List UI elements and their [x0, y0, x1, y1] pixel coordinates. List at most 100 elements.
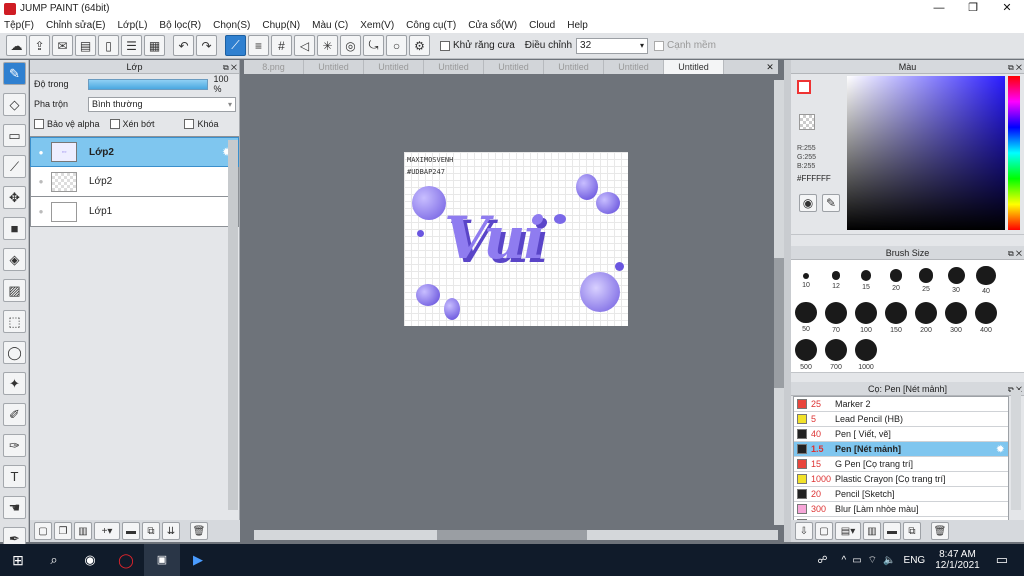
notification-icon[interactable]: ▭	[996, 552, 1008, 568]
menu-cloud[interactable]: Cloud	[529, 20, 555, 31]
line-tool-icon[interactable]: ⟋	[3, 155, 26, 178]
brush-list-item[interactable]: 25 Marker 2	[794, 397, 1008, 412]
brush-props-icon[interactable]: ▥	[863, 522, 881, 540]
document-canvas[interactable]: MAXIMOSVENH #UDBAP247 Vui	[404, 152, 628, 326]
brush-size-option[interactable]: 1000	[851, 336, 881, 373]
trash-icon[interactable]: 🗑	[190, 522, 208, 540]
chevron-up-icon[interactable]: ^	[842, 555, 847, 566]
hue-slider[interactable]	[1008, 76, 1020, 230]
tab-document[interactable]: Untitled	[484, 60, 544, 74]
brush-list-item[interactable]: 300 Blur [Làm nhòe màu]	[794, 502, 1008, 517]
windows-start-icon[interactable]: ⊞	[0, 552, 36, 569]
foreground-color-swatch[interactable]	[797, 80, 811, 94]
brush-size-option[interactable]: 12	[821, 262, 851, 299]
tab-document[interactable]: Untitled	[544, 60, 604, 74]
menu-window[interactable]: Cửa sổ(W)	[468, 20, 517, 31]
copy-layer-icon[interactable]: ❐	[54, 522, 72, 540]
gear-icon[interactable]: ✹	[996, 444, 1004, 455]
brush-list-item[interactable]: 5 Lead Pencil (HB)	[794, 412, 1008, 427]
menu-layer[interactable]: Lớp(L)	[118, 20, 148, 31]
perspective-icon[interactable]: ◁	[294, 35, 315, 56]
lasso-tool-icon[interactable]: ◯	[3, 341, 26, 364]
hand-tool-icon[interactable]: ☚	[3, 496, 26, 519]
comment-icon[interactable]: ✉	[52, 35, 73, 56]
palette-icon[interactable]: ◉	[799, 194, 817, 212]
eyedropper-icon[interactable]: ✎	[822, 194, 840, 212]
select-eraser-tool-icon[interactable]: ✑	[3, 434, 26, 457]
language-indicator[interactable]: ENG	[904, 555, 926, 566]
layer-item[interactable]: ● Lớp1	[30, 197, 239, 227]
visibility-icon[interactable]: ●	[31, 207, 51, 216]
select-pen-tool-icon[interactable]: ✐	[3, 403, 26, 426]
brush-size-option[interactable]: 25	[911, 262, 941, 299]
tab-document[interactable]: Untitled	[304, 60, 364, 74]
brush-size-option[interactable]: 400	[971, 299, 1001, 336]
tab-document[interactable]: Untitled	[604, 60, 664, 74]
brush-size-option[interactable]: 50	[791, 299, 821, 336]
text-box-icon[interactable]: ▤	[75, 35, 96, 56]
grid-icon[interactable]: #	[271, 35, 292, 56]
rectangle-select-tool-icon[interactable]: ▭	[3, 124, 26, 147]
visibility-icon[interactable]: ●	[31, 148, 51, 157]
export-icon[interactable]: ⇪	[29, 35, 50, 56]
opera-icon[interactable]: ◯	[108, 552, 144, 569]
volume-icon[interactable]: 🔈	[883, 555, 895, 566]
soft-edge-option[interactable]: Cạnh mềm	[654, 40, 716, 51]
transparent-swatch[interactable]	[799, 114, 815, 130]
pen-tool-toggle-icon[interactable]: ⟋	[225, 35, 246, 56]
hatch-icon[interactable]: ≡	[248, 35, 269, 56]
curve-icon[interactable]: ⤿	[363, 35, 384, 56]
layout-icon[interactable]: ▦	[144, 35, 165, 56]
duplicate-icon[interactable]: ⧉	[903, 522, 921, 540]
maximize-button[interactable]: ❐	[956, 0, 990, 17]
brush-list-item[interactable]: 15 G Pen [Cọ trang trí]	[794, 457, 1008, 472]
opacity-slider[interactable]	[87, 78, 208, 90]
brush-size-option[interactable]: 15	[851, 262, 881, 299]
panel-close-icon[interactable]: ⧉ ✕	[1008, 61, 1022, 75]
antialias-option[interactable]: Khử răng cưa	[440, 40, 515, 51]
brush-size-option[interactable]: 200	[911, 299, 941, 336]
tab-document[interactable]: Untitled	[364, 60, 424, 74]
layer-item[interactable]: ● ◦◦ Lớp2 ✹	[30, 137, 239, 167]
add-layer-menu-icon[interactable]: +▾	[94, 522, 120, 540]
redo-icon[interactable]: ↷	[196, 35, 217, 56]
messenger-icon[interactable]: ◉	[72, 552, 108, 568]
lock-checkbox[interactable]	[184, 119, 195, 129]
fill-rect-tool-icon[interactable]: ■	[3, 217, 26, 240]
add-brush-menu-icon[interactable]: ▤▾	[835, 522, 861, 540]
panel-close-icon[interactable]: ⧉ ✕	[223, 61, 237, 75]
list-icon[interactable]: ☰	[121, 35, 142, 56]
clip-checkbox[interactable]	[109, 119, 120, 129]
bucket-tool-icon[interactable]: ◈	[3, 248, 26, 271]
menu-edit[interactable]: Chỉnh sửa(E)	[46, 20, 106, 31]
eraser-tool-icon[interactable]: ◇	[3, 93, 26, 116]
canvas-vscroll-thumb[interactable]	[774, 258, 784, 388]
brush-size-option[interactable]: 500	[791, 336, 821, 373]
blend-select[interactable]: Bình thường ▾	[88, 96, 236, 112]
folder-icon[interactable]: ▬	[883, 522, 901, 540]
menu-color[interactable]: Màu (C)	[312, 20, 348, 31]
saturation-value-picker[interactable]	[847, 76, 1005, 230]
brush-size-option[interactable]: 40	[971, 262, 1001, 299]
brush-tool-icon[interactable]: ✎	[3, 62, 26, 85]
battery-icon[interactable]: ▭	[852, 555, 861, 566]
radial-icon[interactable]: ✳	[317, 35, 338, 56]
brush-list-item[interactable]: 20 Pencil [Sketch]	[794, 487, 1008, 502]
cloud-download-icon[interactable]: ⇩	[795, 522, 813, 540]
people-icon[interactable]: ☍	[817, 555, 827, 566]
magic-wand-tool-icon[interactable]: ✦	[3, 372, 26, 395]
menu-filter[interactable]: Bộ lọc(R)	[159, 20, 201, 31]
minimize-button[interactable]: —	[922, 0, 956, 17]
network-icon[interactable]: ⌔	[868, 554, 877, 567]
tab-document[interactable]: Untitled	[424, 60, 484, 74]
menu-help[interactable]: Help	[567, 20, 588, 31]
brush-size-option[interactable]: 70	[821, 299, 851, 336]
page-icon[interactable]: ▯	[98, 35, 119, 56]
visibility-icon[interactable]: ●	[31, 177, 51, 186]
brush-size-option[interactable]: 30	[941, 262, 971, 299]
menu-capture[interactable]: Chụp(N)	[262, 20, 300, 31]
new-brush-icon[interactable]: ▢	[815, 522, 833, 540]
brush-size-option[interactable]: 150	[881, 299, 911, 336]
new-layer-icon[interactable]: ▢	[34, 522, 52, 540]
settings-icon[interactable]: ⚙	[409, 35, 430, 56]
